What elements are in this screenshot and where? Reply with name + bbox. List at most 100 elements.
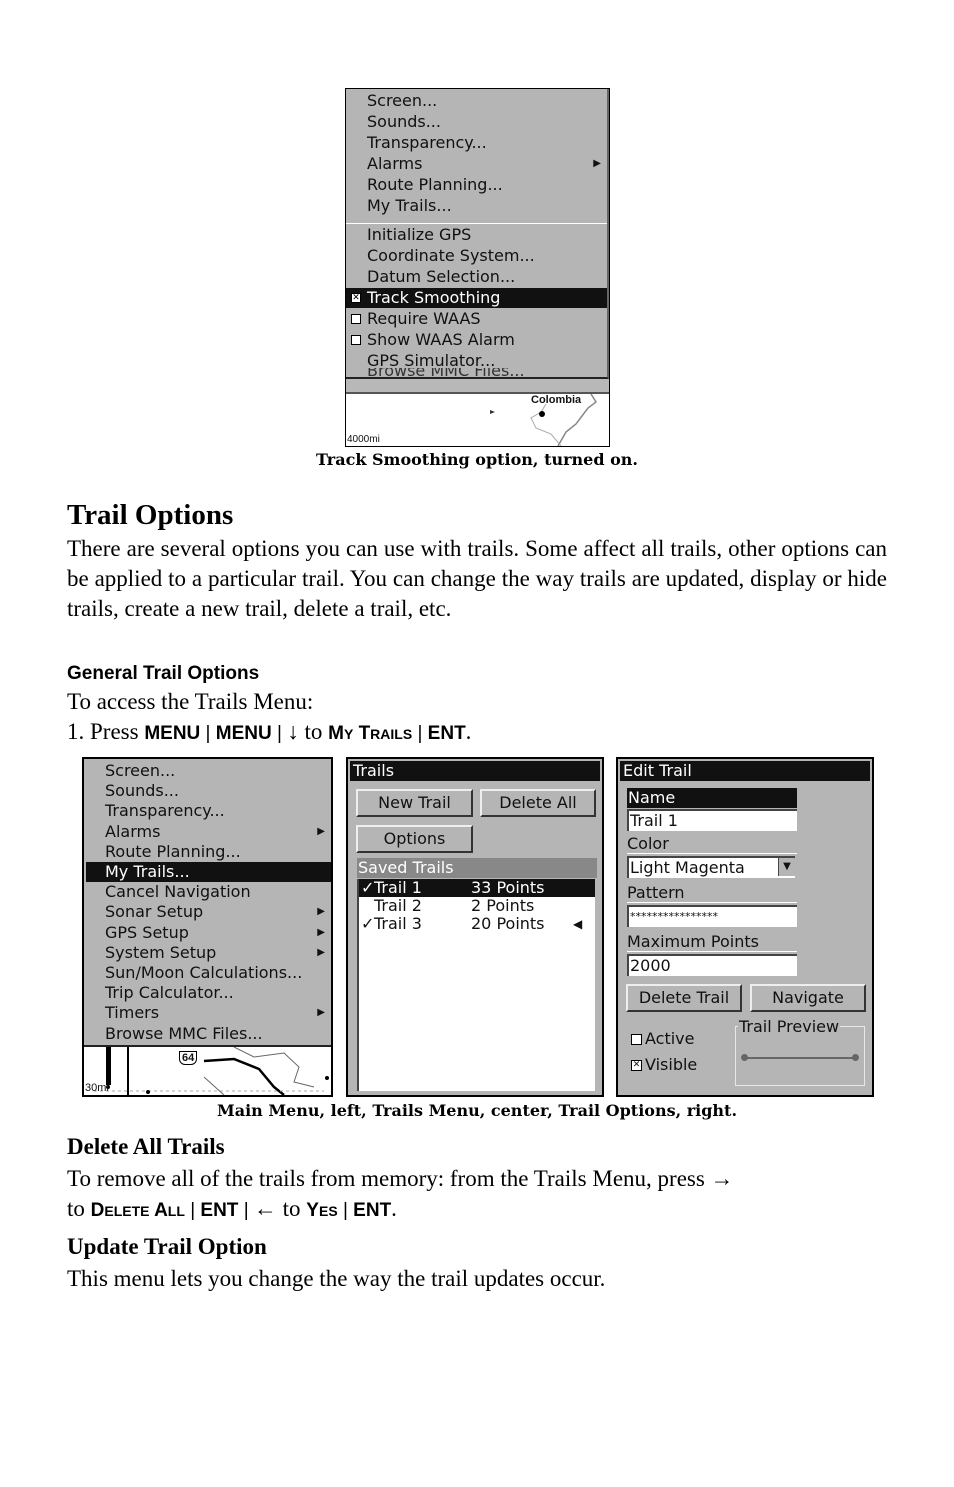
pattern-label: Pattern — [627, 883, 685, 902]
trail-preview-label: Trail Preview — [738, 1017, 841, 1036]
checkbox-unchecked-icon[interactable] — [351, 335, 361, 345]
checkmark-icon: ✓ — [361, 914, 375, 933]
map-preview: 64 30mi — [84, 1047, 331, 1095]
main-menu-item[interactable]: Timers ▶ — [86, 1003, 331, 1023]
main-menu-item[interactable]: My Trails... — [86, 862, 331, 882]
menu-item[interactable]: ✕ Track Smoothing — [346, 288, 607, 308]
update-text: This menu lets you change the way the tr… — [67, 1266, 606, 1291]
key-menu: MENU — [144, 723, 201, 744]
trail-row[interactable]: ✓ Trail 3 20 Points ◀ — [359, 915, 595, 933]
main-menu-item[interactable]: Sun/Moon Calculations... — [86, 963, 331, 983]
main-menu-item[interactable]: System Setup ▶ — [86, 943, 331, 963]
delete-all-heading: Delete All Trails — [67, 1134, 225, 1159]
trail-row[interactable]: ✓ Trail 1 33 Points — [359, 879, 595, 897]
down-arrow-icon: ↓ — [287, 719, 299, 744]
navigate-button[interactable]: Navigate — [750, 984, 866, 1012]
trail-points: 33 Points — [471, 878, 545, 897]
delete-trail-button[interactable]: Delete Trail — [626, 984, 742, 1012]
partial-menu-item: Browse MMC Files... — [367, 368, 525, 378]
trail-row[interactable]: Trail 2 2 Points — [359, 897, 595, 915]
options-button[interactable]: Options — [356, 825, 473, 853]
delete-all-text-line1: To remove all of the trails from memory:… — [67, 1166, 734, 1191]
menu-item[interactable]: Initialize GPS — [346, 225, 607, 245]
trail-name: Trail 3 — [374, 914, 422, 933]
menu-item[interactable]: Coordinate System... — [346, 246, 607, 266]
saved-trails-header: Saved Trails — [357, 858, 597, 878]
delete-all-button[interactable]: Delete All — [480, 789, 596, 817]
main-menu-item[interactable]: GPS Setup ▶ — [86, 923, 331, 943]
menu-item[interactable]: Screen... — [346, 91, 607, 111]
trail-preview: Trail Preview — [735, 1017, 865, 1086]
submenu-arrow-icon: ▶ — [317, 946, 325, 958]
menu-item[interactable]: Datum Selection... — [346, 267, 607, 287]
left-arrow-icon: ← — [253, 1196, 277, 1221]
figure-caption: Track Smoothing option, turned on. — [316, 450, 638, 469]
menu-item-yes: YES — [306, 1200, 338, 1221]
main-menu-item[interactable]: Sonar Setup ▶ — [86, 902, 331, 922]
main-menu-screenshot: Screen... Sounds... Transparency... Alarms ▶… — [82, 757, 333, 1097]
trail-points: 20 Points — [471, 914, 545, 933]
map-scale-label: 4000mi — [347, 434, 380, 445]
color-select[interactable]: Light Magenta ▼ — [627, 856, 795, 878]
menu-item[interactable]: Sounds... — [346, 112, 607, 132]
map-place-label: Colombia — [531, 394, 582, 406]
menu-item[interactable]: Transparency... — [346, 133, 607, 153]
trail-points: 2 Points — [471, 896, 535, 915]
main-menu-item[interactable]: Route Planning... — [86, 842, 331, 862]
active-checkbox[interactable] — [631, 1034, 642, 1045]
gps-setup-menu: Screen... Sounds... Transparency... Alarms ▶… — [346, 89, 609, 379]
visible-checkbox[interactable]: ✕ — [631, 1060, 642, 1071]
position-dot — [539, 411, 545, 417]
menu-item[interactable]: My Trails... — [346, 196, 607, 216]
new-trail-button[interactable]: New Trail — [356, 789, 473, 817]
gps-setup-menu-screenshot: Screen... Sounds... Transparency... Alarms ▶… — [345, 88, 610, 447]
main-menu-item[interactable]: Browse MMC Files... — [86, 1024, 331, 1044]
instruction-step: 1. Press MENU | MENU | ↓ to MY TRAILS | … — [67, 719, 472, 744]
main-menu-item[interactable]: Transparency... — [86, 801, 331, 821]
map-preview: Colombia 4000mi — [346, 394, 609, 446]
checkbox-unchecked-icon[interactable] — [351, 314, 361, 324]
main-menu-item[interactable]: Screen... — [86, 761, 331, 781]
edit-trail-screenshot: Edit Trail Name Trail 1 Color Light Mage… — [616, 757, 874, 1097]
pattern-field[interactable]: **************** — [627, 905, 797, 927]
chevron-down-icon[interactable]: ▼ — [778, 858, 795, 876]
key-ent: ENT — [427, 723, 466, 744]
trail-preview-line — [744, 1057, 856, 1059]
trail-name: Trail 1 — [374, 878, 422, 897]
trail-name-field[interactable]: Trail 1 — [627, 809, 797, 831]
main-menu: Screen... Sounds... Transparency... Alarms ▶… — [84, 759, 331, 1047]
trails-menu-screenshot: Trails New Trail Delete All Options Save… — [346, 757, 604, 1097]
checkbox-checked-icon[interactable]: ✕ — [351, 293, 361, 303]
max-points-field[interactable]: 2000 — [627, 954, 797, 976]
main-menu-item[interactable]: Cancel Navigation — [86, 882, 331, 902]
section-title: Trail Options — [67, 499, 234, 531]
submenu-arrow-icon: ▶ — [317, 926, 325, 938]
delete-all-text-line2: to DELETE ALL | ENT | ← to YES | ENT. — [67, 1196, 397, 1221]
submenu-arrow-icon: ▶ — [317, 825, 325, 837]
name-label: Name — [627, 788, 797, 808]
trail-name: Trail 2 — [374, 896, 422, 915]
main-menu-item[interactable]: Alarms ▶ — [86, 822, 331, 842]
subsection-heading: General Trail Options — [67, 663, 260, 684]
key-menu: MENU — [215, 723, 272, 744]
menu-item-delete-all: DELETE ALL — [90, 1200, 185, 1221]
section-intro: There are several options you can use wi… — [67, 536, 887, 621]
trails-title: Trails — [350, 761, 600, 781]
highway-shield: 64 — [179, 1051, 198, 1065]
key-ent: ENT — [200, 1200, 239, 1221]
instruction-lead: To access the Trails Menu: — [67, 689, 314, 714]
checkmark-icon: ✓ — [361, 878, 375, 897]
main-menu-item[interactable]: Sounds... — [86, 781, 331, 801]
submenu-arrow-icon: ▶ — [593, 158, 601, 169]
menu-item[interactable]: Route Planning... — [346, 175, 607, 195]
active-trail-arrow-icon: ◀ — [573, 917, 583, 931]
key-ent: ENT — [353, 1200, 392, 1221]
edit-trail-title: Edit Trail — [620, 761, 870, 781]
menu-item[interactable]: Alarms ▶ — [346, 154, 607, 174]
figure-caption: Main Menu, left, Trails Menu, center, Tr… — [216, 1101, 738, 1120]
menu-item[interactable]: Show WAAS Alarm — [346, 330, 607, 350]
menu-item[interactable]: Require WAAS — [346, 309, 607, 329]
saved-trails-list[interactable]: ✓ Trail 1 33 Points Trail 22 Points ✓ Trail 3… — [357, 879, 595, 1091]
map-scale-label: 30mi — [85, 1082, 109, 1094]
main-menu-item[interactable]: Trip Calculator... — [86, 983, 331, 1003]
